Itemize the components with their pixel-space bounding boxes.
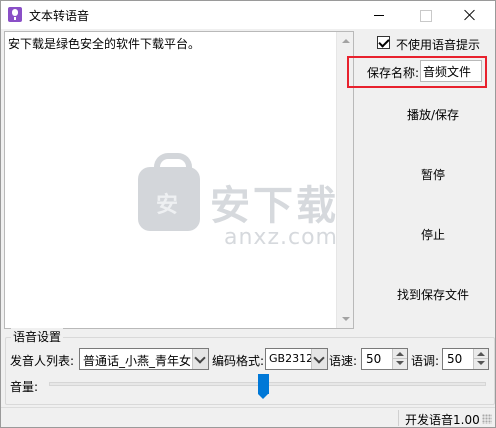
save-name-label: 保存名称: bbox=[367, 66, 420, 80]
title-bar: 文本转语音 bbox=[1, 1, 495, 29]
speed-stepper[interactable]: 50 bbox=[361, 348, 408, 370]
pitch-increase-icon[interactable] bbox=[474, 349, 488, 359]
scroll-up-arrow-icon[interactable] bbox=[337, 32, 354, 49]
pitch-decrease-icon[interactable] bbox=[474, 359, 488, 369]
encoding-select[interactable]: GB2312 bbox=[265, 348, 328, 370]
find-saved-file-button[interactable]: 找到保存文件 bbox=[373, 283, 493, 307]
watermark-brand: 安下载 bbox=[210, 183, 339, 229]
microphone-app-icon bbox=[8, 7, 22, 22]
speaker-select[interactable]: 普通话_小燕_青年女 bbox=[79, 348, 209, 370]
pitch-stepper-buttons bbox=[473, 349, 488, 369]
scroll-down-arrow-icon[interactable] bbox=[337, 311, 354, 328]
shopping-bag-logo-icon: 安 bbox=[138, 153, 200, 231]
watermark: 安 安下载 anxz.com bbox=[138, 153, 348, 269]
status-bar: 开发语音1.00 bbox=[1, 407, 495, 427]
no-voice-prompt-checkbox[interactable] bbox=[377, 36, 390, 49]
pitch-stepper[interactable]: 50 bbox=[442, 348, 489, 370]
play-save-button[interactable]: 播放/保存 bbox=[373, 103, 493, 127]
speaker-list-label: 发音人列表: bbox=[10, 354, 75, 368]
pause-button[interactable]: 暂停 bbox=[373, 163, 493, 187]
volume-slider-thumb[interactable] bbox=[257, 374, 269, 399]
encoding-label: 编码格式: bbox=[212, 354, 265, 368]
speed-increase-icon[interactable] bbox=[393, 349, 407, 359]
pitch-label: 语调: bbox=[411, 354, 440, 368]
status-text: 开发语音1.00 bbox=[405, 413, 480, 427]
text-input-content: 安下载是绿色安全的软件下载平台。 bbox=[8, 37, 201, 51]
status-divider bbox=[398, 410, 399, 426]
chevron-down-icon[interactable] bbox=[192, 349, 208, 369]
encoding-select-value: GB2312 bbox=[269, 352, 314, 365]
speed-label: 语速: bbox=[329, 354, 358, 368]
chevron-down-icon[interactable] bbox=[311, 349, 327, 369]
resize-grip-icon[interactable] bbox=[482, 414, 492, 424]
maximize-button[interactable] bbox=[402, 1, 447, 29]
app-window: 文本转语音 安下载是绿色安全的软件下载平台。 安 安下载 anxz.com 不使… bbox=[0, 0, 496, 428]
minimize-button[interactable] bbox=[357, 1, 402, 29]
no-voice-prompt-label: 不使用语音提示 bbox=[396, 38, 481, 52]
save-name-input[interactable]: 音频文件 bbox=[420, 60, 482, 82]
voice-settings-title: 语音设置 bbox=[11, 328, 64, 345]
speaker-select-value: 普通话_小燕_青年女 bbox=[83, 354, 192, 368]
watermark-domain: anxz.com bbox=[224, 225, 338, 250]
speed-decrease-icon[interactable] bbox=[393, 359, 407, 369]
speed-value: 50 bbox=[366, 352, 382, 366]
volume-label: 音量: bbox=[10, 380, 39, 394]
pitch-value: 50 bbox=[447, 352, 463, 366]
close-button[interactable] bbox=[447, 1, 492, 29]
watermark-bag-char: 安 bbox=[156, 193, 179, 218]
speed-stepper-buttons bbox=[392, 349, 407, 369]
window-title: 文本转语音 bbox=[29, 9, 90, 23]
stop-button[interactable]: 停止 bbox=[373, 223, 493, 247]
